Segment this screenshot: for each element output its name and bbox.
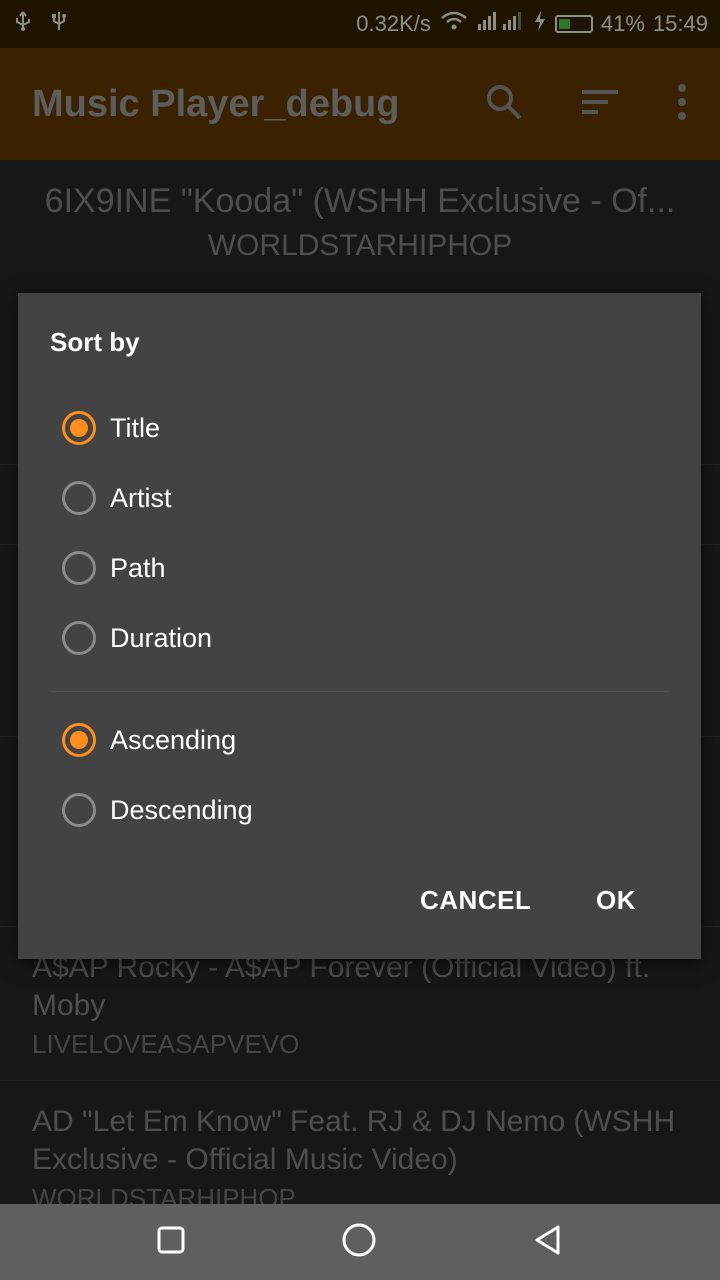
ok-button[interactable]: OK — [596, 885, 636, 916]
option-label: Ascending — [110, 724, 237, 755]
recents-square-icon[interactable] — [156, 1225, 186, 1260]
radio-unchecked-icon[interactable] — [62, 621, 96, 655]
sort-option-artist[interactable]: Artist — [62, 481, 172, 515]
cancel-button[interactable]: CANCEL — [420, 885, 531, 916]
back-triangle-icon[interactable] — [532, 1224, 564, 1261]
system-nav-bar — [0, 1204, 720, 1280]
radio-unchecked-icon[interactable] — [62, 793, 96, 827]
sort-option-path[interactable]: Path — [62, 551, 166, 585]
radio-checked-icon[interactable] — [62, 723, 96, 757]
sort-option-duration[interactable]: Duration — [62, 621, 212, 655]
order-option-ascending[interactable]: Ascending — [62, 723, 236, 757]
dialog-divider — [50, 691, 669, 692]
option-label: Title — [110, 412, 161, 443]
option-label: Descending — [110, 794, 253, 825]
order-option-descending[interactable]: Descending — [62, 793, 253, 827]
radio-unchecked-icon[interactable] — [62, 481, 96, 515]
dialog-title: Sort by — [50, 327, 140, 357]
sort-dialog: Sort by Title Artist Path Duration Ascen… — [18, 293, 701, 959]
sort-option-title[interactable]: Title — [62, 411, 160, 445]
radio-unchecked-icon[interactable] — [62, 551, 96, 585]
option-label: Duration — [110, 622, 213, 653]
radio-checked-icon[interactable] — [62, 411, 96, 445]
home-circle-icon[interactable] — [341, 1222, 377, 1263]
option-label: Path — [110, 552, 166, 583]
option-label: Artist — [110, 482, 172, 513]
